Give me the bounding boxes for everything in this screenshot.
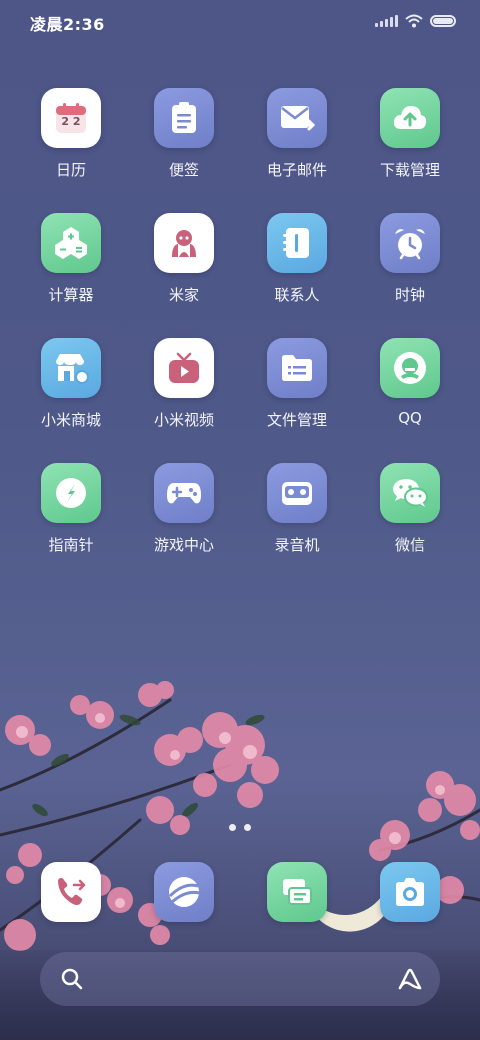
app-mijia[interactable]: 米家 [134,213,234,305]
status-time: 凌晨2:36 [30,15,105,34]
app-wechat[interactable]: 微信 [360,463,460,555]
mijia-icon [154,213,214,273]
app-contacts[interactable]: 联系人 [247,213,347,305]
app-label: 指南针 [48,536,94,554]
cassette-icon [267,463,327,523]
app-label: 时钟 [394,286,425,304]
app-label: 电子邮件 [266,161,327,179]
app-notes[interactable]: 便签 [134,88,234,180]
app-label: 联系人 [274,286,320,304]
app-qq[interactable]: QQ [360,338,460,427]
calendar-icon: 2 2 [41,88,101,148]
status-bar: 凌晨2:36 [0,0,480,44]
app-file-manager[interactable]: 文件管理 [247,338,347,430]
app-label: 米家 [168,286,199,304]
app-calendar[interactable]: 2 2 日历 [21,88,121,180]
app-compass[interactable]: 指南针 [21,463,121,555]
app-email[interactable]: 电子邮件 [247,88,347,180]
app-recorder[interactable]: 录音机 [247,463,347,555]
calendar-day: 2 2 [61,115,81,128]
folder-icon [267,338,327,398]
app-downloads[interactable]: 下载管理 [360,88,460,180]
dock-camera[interactable] [360,862,460,922]
wifi-icon [405,14,423,28]
app-calculator[interactable]: 计算器 [21,213,121,305]
app-label: 录音机 [274,536,320,554]
gamepad-icon [154,463,214,523]
alarm-clock-icon [380,213,440,273]
search-bar[interactable] [40,952,440,1006]
dock-browser[interactable] [134,862,234,922]
battery-icon [430,15,456,27]
mail-icon [267,88,327,148]
contacts-book-icon [267,213,327,273]
notes-icon [154,88,214,148]
app-mi-store[interactable]: 小米商城 [21,338,121,430]
app-label: 小米视频 [153,411,214,429]
store-icon [41,338,101,398]
app-game-center[interactable]: 游戏中心 [134,463,234,555]
messages-icon [267,862,327,922]
search-icon[interactable] [60,967,84,991]
app-clock[interactable]: 时钟 [360,213,460,305]
cloud-upload-icon [380,88,440,148]
dock-messages[interactable] [247,862,347,922]
app-label: QQ [398,409,422,427]
wechat-icon [380,463,440,523]
signal-icon [375,15,398,27]
browser-globe-icon [154,862,214,922]
app-label: 小米商城 [40,411,101,429]
app-label: 文件管理 [266,411,327,429]
app-label: 微信 [394,536,425,554]
page-dot-2[interactable] [244,824,251,831]
camera-icon [380,862,440,922]
status-icons [375,13,456,29]
tv-play-icon [154,338,214,398]
calculator-icon [41,213,101,273]
qq-penguin-icon [380,338,440,398]
app-label: 下载管理 [379,161,440,179]
page-dot-1[interactable] [229,824,236,831]
compass-icon [41,463,101,523]
app-label: 便签 [168,161,199,179]
app-mi-video[interactable]: 小米视频 [134,338,234,430]
app-label: 计算器 [48,286,94,304]
dock-phone[interactable] [21,862,121,922]
page-indicator[interactable] [0,824,480,831]
app-label: 日历 [55,161,86,179]
xiaoai-assistant-icon[interactable] [396,966,424,992]
app-label: 游戏中心 [153,536,214,554]
phone-call-icon [41,862,101,922]
